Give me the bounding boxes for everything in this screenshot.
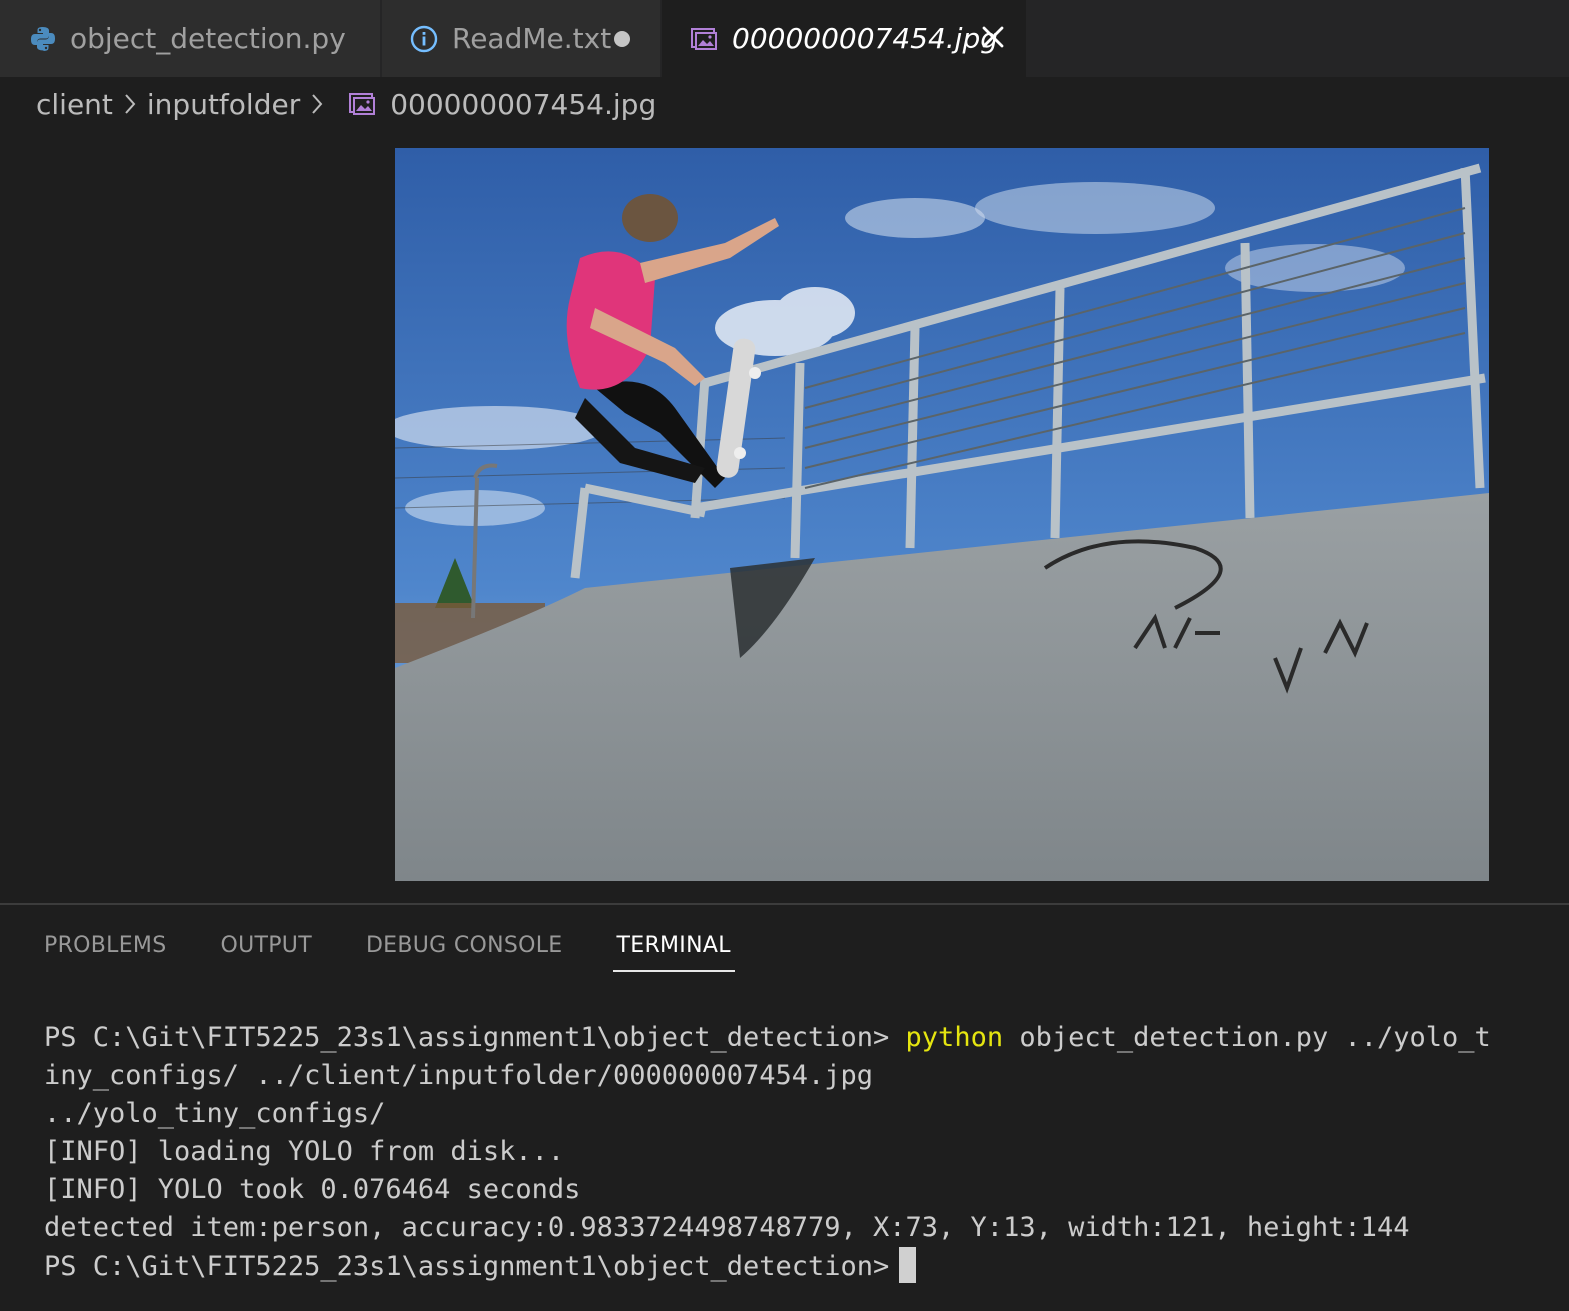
tab-debug-console[interactable]: DEBUG CONSOLE	[366, 933, 563, 972]
tab-output[interactable]: OUTPUT	[220, 933, 311, 972]
skateboarder-photo[interactable]	[395, 148, 1489, 881]
breadcrumb: client inputfolder 000000007454.jpg	[36, 80, 656, 128]
tab-problems[interactable]: PROBLEMS	[44, 933, 166, 972]
tab-image-jpg[interactable]: 000000007454.jpg	[662, 0, 1028, 77]
tab-object-detection-py[interactable]: object_detection.py	[0, 0, 382, 77]
terminal-line: [INFO] YOLO took 0.076464 seconds	[44, 1174, 581, 1205]
tab-label: 000000007454.jpg	[732, 22, 998, 55]
chevron-right-icon	[310, 92, 324, 116]
tab-label: object_detection.py	[70, 22, 346, 55]
tab-readme-txt[interactable]: ReadMe.txt	[382, 0, 662, 77]
python-icon	[30, 26, 56, 52]
info-icon	[410, 25, 438, 53]
tab-terminal[interactable]: TERMINAL	[612, 933, 735, 972]
breadcrumb-item-client[interactable]: client	[36, 88, 113, 121]
terminal-command: python	[905, 1022, 1004, 1053]
chevron-right-icon	[123, 92, 137, 116]
terminal-line: iny_configs/ ../client/inputfolder/00000…	[44, 1060, 874, 1091]
image-file-icon	[348, 91, 376, 117]
terminal-line: PS C:\Git\FIT5225_23s1\assignment1\objec…	[44, 1247, 1554, 1286]
terminal-cursor[interactable]	[899, 1247, 917, 1283]
terminal-line: PS C:\Git\FIT5225_23s1\assignment1\objec…	[44, 1019, 1554, 1057]
image-file-icon	[690, 26, 718, 52]
breadcrumb-item-inputfolder[interactable]: inputfolder	[147, 88, 300, 121]
terminal-prompt: PS C:\Git\FIT5225_23s1\assignment1\objec…	[44, 1251, 890, 1282]
image-preview-area	[0, 128, 1569, 902]
terminal-line: ../yolo_tiny_configs/	[44, 1098, 386, 1129]
bottom-panel: PROBLEMS OUTPUT DEBUG CONSOLE TERMINAL P…	[0, 903, 1569, 1311]
unsaved-dot-icon[interactable]	[614, 31, 630, 47]
close-icon[interactable]	[976, 20, 1010, 54]
terminal-output[interactable]: PS C:\Git\FIT5225_23s1\assignment1\objec…	[44, 1019, 1554, 1286]
panel-tab-bar: PROBLEMS OUTPUT DEBUG CONSOLE TERMINAL	[44, 933, 789, 972]
terminal-prompt: PS C:\Git\FIT5225_23s1\assignment1\objec…	[44, 1022, 890, 1053]
terminal-line: [INFO] loading YOLO from disk...	[44, 1136, 565, 1167]
tab-label: ReadMe.txt	[452, 22, 612, 55]
breadcrumb-item-file[interactable]: 000000007454.jpg	[390, 88, 656, 121]
terminal-args: object_detection.py ../yolo_t	[1019, 1022, 1491, 1053]
editor-tab-bar: object_detection.py ReadMe.txt 000000007…	[0, 0, 1569, 77]
terminal-line: detected item:person, accuracy:0.9833724…	[44, 1212, 1410, 1243]
